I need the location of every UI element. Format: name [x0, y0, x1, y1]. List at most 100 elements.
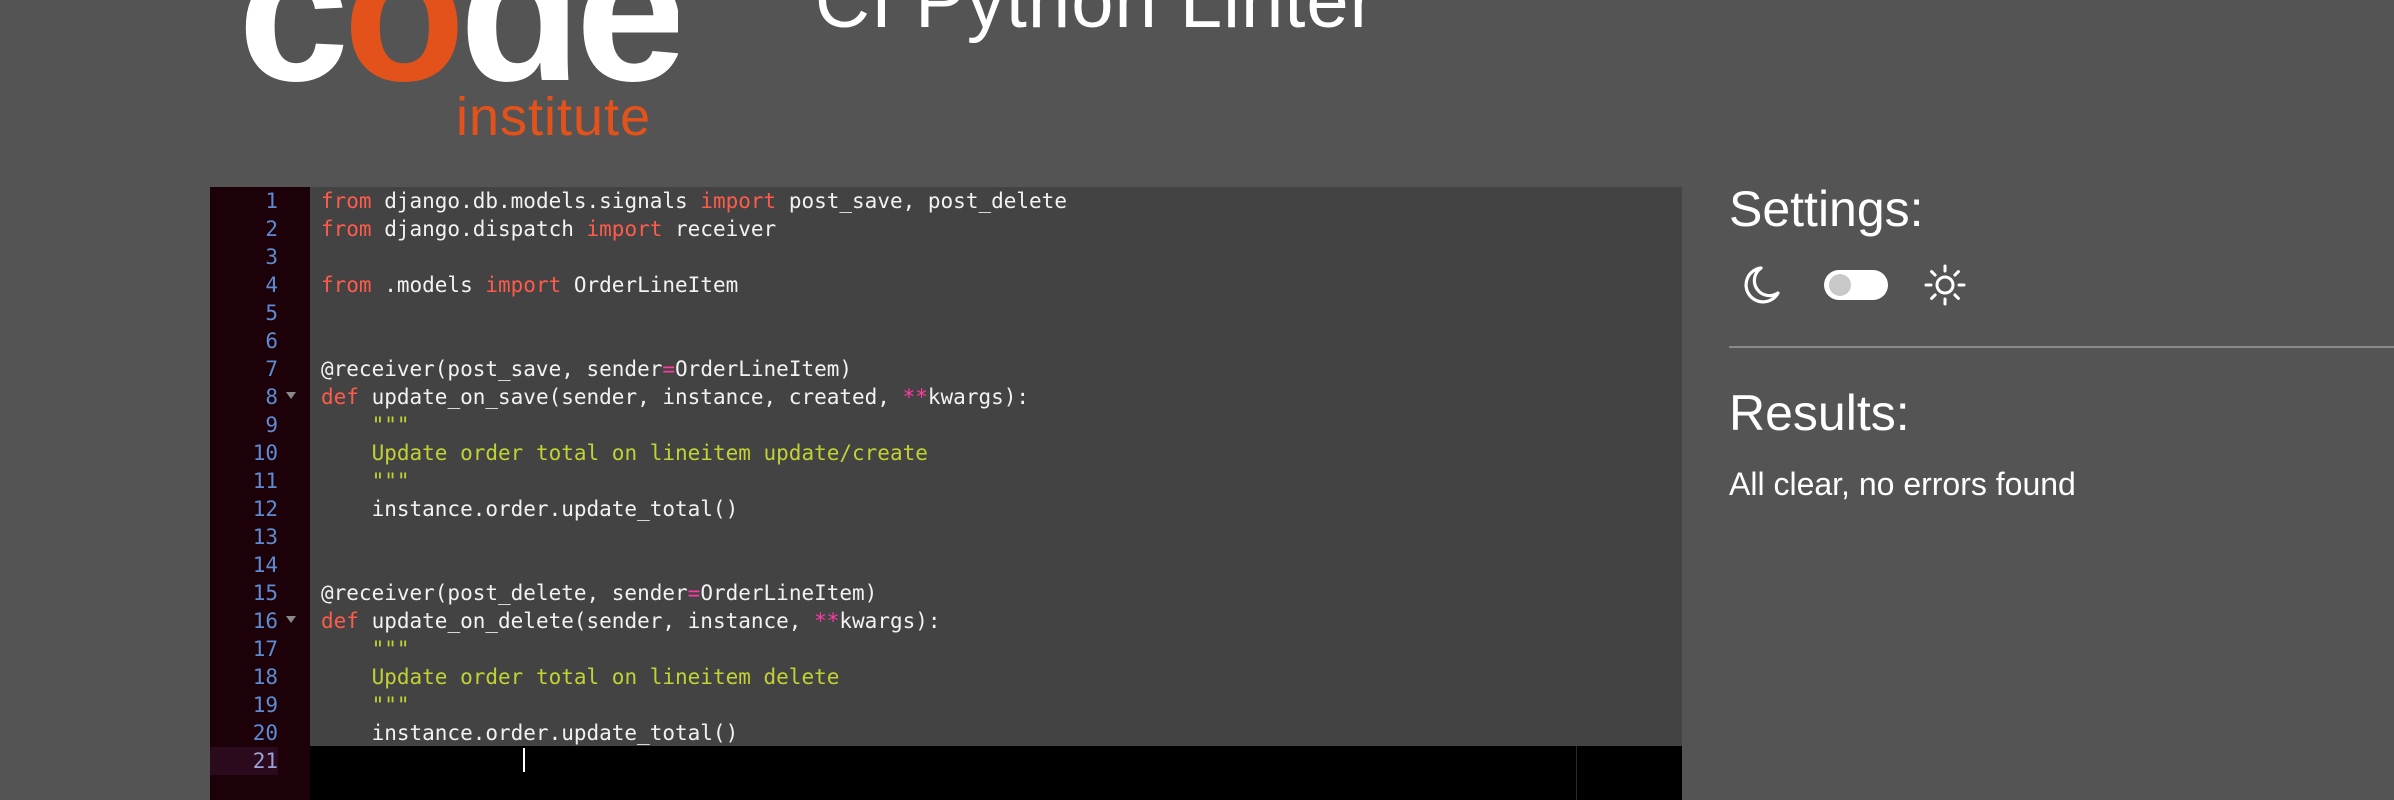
code-token: from [321, 189, 372, 213]
line-code[interactable]: """ [311, 411, 1682, 439]
editor-lines: 1 from django.db.models.signals import po… [210, 187, 1682, 775]
code-editor[interactable]: 1 from django.db.models.signals import po… [210, 187, 1682, 800]
code-token: ** [814, 609, 840, 633]
line-code[interactable]: instance.order.update_total() [311, 719, 1682, 747]
line-code[interactable] [311, 299, 1682, 327]
logo-letter-o: o [343, 0, 465, 123]
line-code[interactable]: """ [311, 691, 1682, 719]
code-line[interactable]: 11 """ [210, 467, 1682, 495]
code-line[interactable]: 13 [210, 523, 1682, 551]
line-code[interactable] [311, 327, 1682, 355]
line-code[interactable]: Update order total on lineitem update/cr… [311, 439, 1682, 467]
line-code[interactable] [311, 551, 1682, 579]
theme-toggle[interactable] [1824, 270, 1888, 300]
line-number: 21 [210, 747, 278, 775]
line-number: 18 [252, 665, 278, 689]
code-line[interactable]: 15 @receiver(post_delete, sender=OrderLin… [210, 579, 1682, 607]
code-token: = [662, 357, 676, 381]
line-code[interactable]: instance.order.update_total() [311, 495, 1682, 523]
code-token: """ [371, 637, 410, 661]
code-token: receiver [662, 217, 777, 241]
code-token: OrderLineItem [561, 273, 739, 297]
fold-arrow-icon[interactable] [286, 616, 296, 623]
fold-arrow-icon[interactable] [286, 392, 296, 399]
line-number: 9 [265, 413, 278, 437]
code-line[interactable]: 2 from django.dispatch import receiver [210, 215, 1682, 243]
code-line[interactable]: 4 from .models import OrderLineItem [210, 271, 1682, 299]
line-code[interactable]: from .models import OrderLineItem [311, 271, 1682, 299]
code-line[interactable]: 14 [210, 551, 1682, 579]
code-line[interactable]: 3 [210, 243, 1682, 271]
line-code[interactable]: from django.dispatch import receiver [311, 215, 1682, 243]
page-title: CI Python Linter [815, 0, 1376, 44]
code-line[interactable]: 18 Update order total on lineitem delete [210, 663, 1682, 691]
moon-icon [1744, 266, 1780, 304]
code-token: instance.order.update_total() [321, 497, 739, 521]
code-token: import [700, 189, 777, 213]
code-line[interactable]: 9 """ [210, 411, 1682, 439]
line-code[interactable] [311, 747, 1682, 775]
code-line[interactable]: 10 Update order total on lineitem update… [210, 439, 1682, 467]
line-code[interactable]: @receiver(post_save, sender=OrderLineIte… [311, 355, 1682, 383]
code-token: update_on_save(sender, instance, created… [358, 385, 903, 409]
line-number: 2 [265, 217, 278, 241]
line-code[interactable]: from django.db.models.signals import pos… [311, 187, 1682, 215]
code-token: def [321, 385, 359, 409]
line-code[interactable]: Update order total on lineitem delete [311, 663, 1682, 691]
line-number: 10 [252, 441, 278, 465]
line-number: 11 [252, 469, 278, 493]
logo-letter-c: c [238, 0, 349, 123]
line-code[interactable]: """ [311, 467, 1682, 495]
code-line[interactable]: 12 instance.order.update_total() [210, 495, 1682, 523]
code-token: @receiver(post_delete, sender [321, 581, 688, 605]
print-margin [1576, 746, 1577, 800]
line-number: 16 [252, 609, 278, 633]
sun-icon [1924, 264, 1966, 306]
code-line[interactable]: 20 instance.order.update_total() [210, 719, 1682, 747]
code-line[interactable]: 7 @receiver(post_save, sender=OrderLineIt… [210, 355, 1682, 383]
line-code[interactable]: """ [311, 635, 1682, 663]
code-line[interactable]: 1 from django.db.models.signals import po… [210, 187, 1682, 215]
code-token: update_on_delete(sender, instance, [358, 609, 815, 633]
panel-divider [1729, 346, 2394, 348]
settings-heading: Settings: [1729, 181, 1924, 237]
line-code[interactable]: @receiver(post_delete, sender=OrderLineI… [311, 579, 1682, 607]
code-line[interactable]: 19 """ [210, 691, 1682, 719]
line-code[interactable] [311, 523, 1682, 551]
code-token: OrderLineItem) [675, 357, 853, 381]
line-code[interactable] [311, 243, 1682, 271]
line-number: 12 [252, 497, 278, 521]
code-token: .models [371, 273, 486, 297]
code-line[interactable]: 6 [210, 327, 1682, 355]
line-number: 19 [252, 693, 278, 717]
line-code[interactable]: def update_on_delete(sender, instance, *… [311, 607, 1682, 635]
code-token: from [321, 217, 372, 241]
code-line[interactable]: 5 [210, 299, 1682, 327]
line-number: 1 [265, 189, 278, 213]
code-token: Update order total on lineitem delete [371, 665, 840, 689]
code-token: OrderLineItem) [700, 581, 878, 605]
code-token: """ [371, 413, 410, 437]
code-line[interactable]: 8 def update_on_save(sender, instance, cr… [210, 383, 1682, 411]
code-token: """ [371, 693, 410, 717]
code-token: from [321, 273, 372, 297]
code-token: import [586, 217, 663, 241]
code-token: django.db.models.signals [371, 189, 701, 213]
code-token: Update order total on lineitem update/cr… [371, 441, 928, 465]
line-code[interactable]: def update_on_save(sender, instance, cre… [311, 383, 1682, 411]
code-institute-logo: code institute [238, 0, 678, 150]
code-line[interactable]: 17 """ [210, 635, 1682, 663]
code-token: kwargs): [839, 609, 941, 633]
line-number: 7 [265, 357, 278, 381]
code-line[interactable]: 21 [210, 747, 1682, 775]
theme-switcher [1737, 257, 1987, 313]
code-token: def [321, 609, 359, 633]
code-token: import [485, 273, 562, 297]
code-line[interactable]: 16 def update_on_delete(sender, instance,… [210, 607, 1682, 635]
